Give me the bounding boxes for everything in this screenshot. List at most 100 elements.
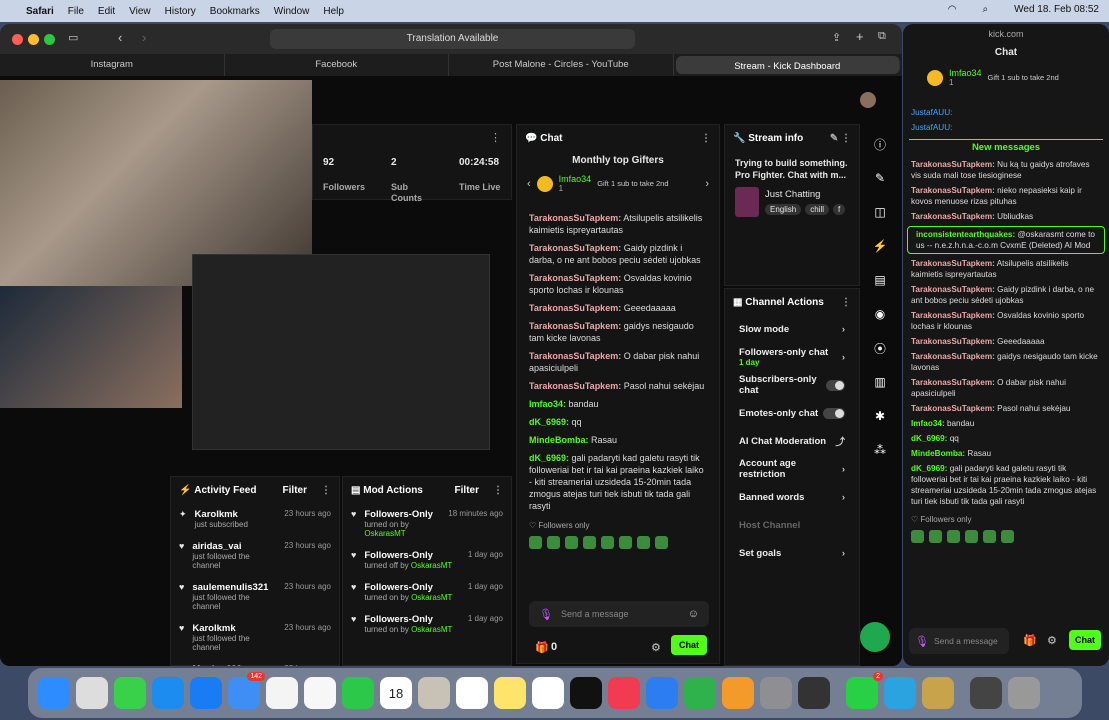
gift-icon[interactable]: 🎁 — [1023, 634, 1037, 647]
notes-icon[interactable] — [494, 677, 526, 709]
tag-english[interactable]: English — [765, 204, 802, 215]
popout-gift-cta[interactable]: Gift 1 sub to take 2nd — [988, 73, 1059, 82]
menu-bookmarks[interactable]: Bookmarks — [210, 6, 260, 17]
popout-username[interactable]: TarakonasSuTapkem: — [911, 311, 995, 320]
tab-overview-icon[interactable]: ⧉ — [878, 30, 886, 43]
emote-icon[interactable] — [583, 536, 596, 549]
mic-icon[interactable]: 🎙 — [915, 635, 929, 648]
popout-username[interactable]: TarakonasSuTapkem: — [911, 404, 995, 413]
tag-more[interactable]: f — [833, 204, 846, 215]
chat-username[interactable]: dK_6969: — [529, 417, 569, 427]
popout-send-button[interactable]: Chat — [1069, 630, 1101, 650]
chat-username[interactable]: TarakonasSuTapkem: — [529, 213, 621, 223]
numbers-icon[interactable] — [684, 677, 716, 709]
chat-username[interactable]: TarakonasSuTapkem: — [529, 243, 621, 253]
safari-icon[interactable] — [152, 677, 184, 709]
activity-name[interactable]: Moniqu699 — [192, 664, 242, 666]
chat-send-button[interactable]: Chat — [671, 635, 707, 655]
system-settings-icon[interactable] — [760, 677, 792, 709]
chat-username[interactable]: MindeBomba: — [529, 435, 589, 445]
tab-facebook[interactable]: Facebook — [225, 54, 449, 76]
channel-action-subscribers-only-chat[interactable]: Subscribers-only chat — [725, 371, 859, 399]
tool-icon[interactable]: ✱ — [866, 402, 894, 430]
chat-username[interactable]: TarakonasSuTapkem: — [529, 381, 621, 391]
emote-icon[interactable] — [619, 536, 632, 549]
keynote-icon[interactable] — [646, 677, 678, 709]
lightning-icon[interactable]: ⚡ — [866, 232, 894, 260]
toggle-switch[interactable] — [825, 379, 845, 391]
contacts-icon[interactable] — [418, 677, 450, 709]
emote-icon[interactable] — [637, 536, 650, 549]
toggle-switch[interactable] — [823, 407, 845, 419]
activity-name[interactable]: saulemenulis321 — [192, 582, 276, 593]
search-icon[interactable]: ⌕ — [983, 4, 989, 15]
popout-username[interactable]: dK_6969: — [911, 434, 947, 443]
popout-username[interactable]: TarakonasSuTapkem: — [911, 378, 995, 387]
popout-username[interactable]: TarakonasSuTapkem: — [911, 186, 995, 195]
chevron-left-icon[interactable]: ‹ — [527, 178, 531, 190]
app-menu[interactable]: Safari — [26, 6, 54, 17]
stats-menu-icon[interactable]: ⋮ — [490, 131, 501, 144]
close-window-button[interactable] — [12, 34, 23, 45]
emote-icon[interactable] — [565, 536, 578, 549]
emote-icon[interactable] — [655, 536, 668, 549]
menu-file[interactable]: File — [68, 6, 84, 17]
popout-username[interactable]: MindeBomba: — [911, 449, 965, 458]
avatar[interactable] — [860, 92, 876, 108]
menu-view[interactable]: View — [129, 6, 151, 17]
chat-username[interactable]: dK_6969: — [529, 453, 569, 463]
channel-action-emotes-only-chat[interactable]: Emotes-only chat — [725, 399, 859, 427]
minimize-window-button[interactable] — [28, 34, 39, 45]
popout-user-1[interactable]: JustafAUU: — [911, 108, 952, 117]
messages-icon[interactable] — [114, 677, 146, 709]
channel-action-banned-words[interactable]: Banned words › — [725, 483, 859, 511]
mic-icon[interactable]: 🎙 — [539, 608, 553, 621]
document-icon[interactable]: ▤ — [866, 266, 894, 294]
facetime-icon[interactable] — [342, 677, 374, 709]
layout-icon[interactable]: ▥ — [866, 368, 894, 396]
support-button[interactable] — [860, 622, 890, 652]
music-icon[interactable] — [608, 677, 640, 709]
finder-icon[interactable] — [38, 677, 70, 709]
channel-action-slow-mode[interactable]: Slow mode › — [725, 315, 859, 343]
channel-action-host-channel[interactable]: Host Channel — [725, 511, 859, 539]
activity-name[interactable]: Karolkmk — [192, 623, 276, 634]
menu-window[interactable]: Window — [274, 6, 310, 17]
freeform-icon[interactable] — [532, 677, 564, 709]
emote-icon[interactable] — [929, 530, 942, 543]
mail-icon[interactable]: 142 — [228, 672, 265, 709]
league-icon[interactable] — [922, 677, 954, 709]
popout-username[interactable]: TarakonasSuTapkem: — [911, 337, 995, 346]
emote-icon[interactable] — [983, 530, 996, 543]
channel-action-ai-chat-moderation[interactable]: AI Chat Moderation ⤴ — [725, 427, 859, 455]
channel-actions-menu-icon[interactable]: ⋮ — [841, 297, 851, 308]
popout-username[interactable]: TarakonasSuTapkem: — [911, 285, 995, 294]
maps-icon[interactable] — [266, 677, 298, 709]
chat-username[interactable]: TarakonasSuTapkem: — [529, 321, 621, 331]
tab-youtube[interactable]: Post Malone - Circles - YouTube — [449, 54, 674, 76]
chat-bubble-icon[interactable]: ◉ — [866, 300, 894, 328]
calendar-icon[interactable]: 18 — [380, 677, 412, 709]
popout-chat-input[interactable]: 🎙 Send a message — [909, 628, 1009, 654]
emote-icon[interactable] — [1001, 530, 1014, 543]
activity-monitor-icon[interactable] — [798, 677, 830, 709]
tab-kick-dashboard[interactable]: Stream - Kick Dashboard — [675, 56, 900, 74]
pencil-icon[interactable]: ✎ — [866, 164, 894, 192]
chat-username[interactable]: TarakonasSuTapkem: — [529, 351, 621, 361]
activity-filter-button[interactable]: Filter — [283, 485, 307, 496]
popout-username[interactable]: TarakonasSuTapkem: — [911, 259, 995, 268]
popout-username[interactable]: dK_6969: — [911, 464, 947, 473]
chevron-right-icon[interactable]: › — [705, 178, 709, 190]
activity-menu-icon[interactable]: ⋮ — [321, 485, 331, 496]
channel-action-followers-only-chat[interactable]: Followers-only chat 1 day › — [725, 343, 859, 371]
emote-icon[interactable] — [911, 530, 924, 543]
tab-instagram[interactable]: Instagram — [0, 54, 225, 76]
popout-username[interactable]: TarakonasSuTapkem: — [911, 352, 995, 361]
popout-user-2[interactable]: JustafAUU: — [911, 123, 952, 132]
category-name[interactable]: Just Chatting — [765, 189, 845, 200]
menu-help[interactable]: Help — [323, 6, 344, 17]
share-icon[interactable]: ⇪ — [832, 31, 841, 44]
popout-username[interactable]: inconsistentearthquakes: — [916, 230, 1015, 239]
emote-icon[interactable] — [529, 536, 542, 549]
channel-action-set-goals[interactable]: Set goals › — [725, 539, 859, 567]
